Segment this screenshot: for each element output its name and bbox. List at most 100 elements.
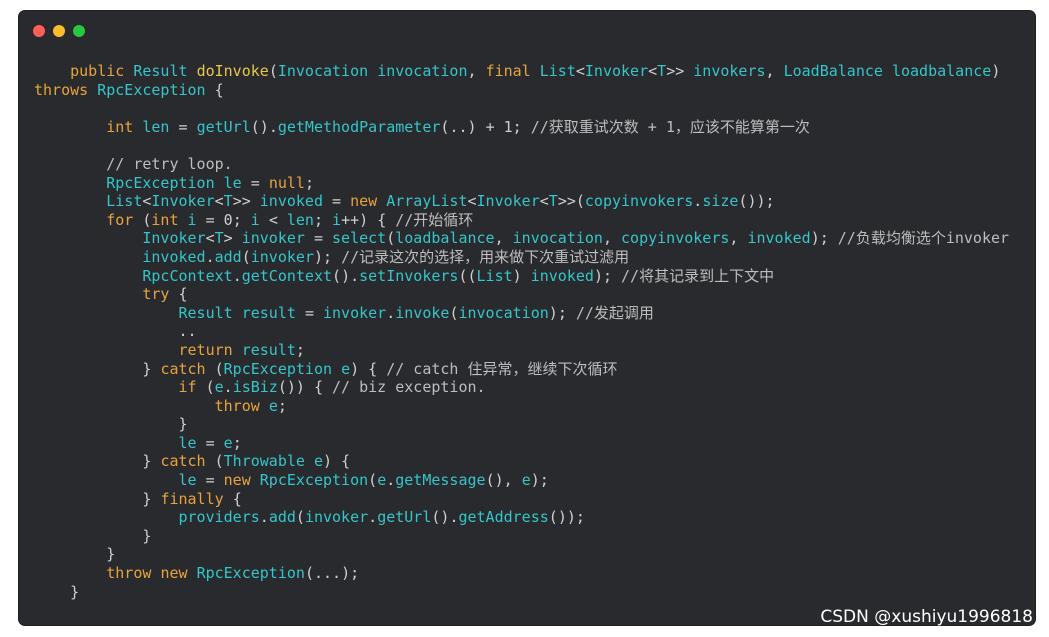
code-identifier: invokers	[693, 62, 766, 80]
code-identifier: result	[241, 340, 296, 359]
code-type: RpcException	[223, 359, 333, 378]
code-line: ..	[34, 322, 1025, 341]
code-punct: }	[106, 545, 116, 564]
code-punct: .	[458, 117, 468, 136]
code-punct: )	[756, 192, 766, 211]
code-type: RpcException	[259, 471, 369, 490]
code-punct: (	[386, 229, 396, 248]
code-line: // retry loop.	[34, 155, 1025, 174]
code-punct	[612, 229, 621, 247]
code-punct	[242, 174, 251, 192]
code-punct: ;	[557, 303, 567, 322]
code-punct	[197, 378, 206, 396]
code-line: }	[34, 583, 1025, 602]
code-punct	[386, 211, 395, 229]
code-keyword: public	[70, 62, 125, 80]
code-punct: ,	[494, 229, 504, 248]
code-punct: )	[295, 378, 305, 397]
code-punct: )	[747, 192, 757, 211]
code-punct: )	[593, 266, 603, 285]
code-punct: (	[467, 266, 477, 285]
code-punct	[341, 192, 350, 210]
code-line: throw new RpcException(...);	[34, 564, 1025, 583]
code-line: le = new RpcException(e.getMessage(), e)…	[34, 471, 1025, 490]
code-identifier: setInvokers	[359, 266, 459, 285]
code-line: int len = getUrl().getMethodParameter(..…	[34, 118, 1025, 137]
minimize-dot-icon[interactable]	[53, 25, 65, 37]
close-dot-icon[interactable]	[33, 25, 45, 37]
code-keyword: catch	[160, 452, 206, 471]
code-punct	[242, 211, 251, 229]
code-identifier: i	[187, 210, 197, 229]
code-punct: >	[557, 192, 567, 211]
code-punct	[34, 378, 179, 396]
code-identifier: le	[178, 433, 197, 452]
code-line: RpcContext.getContext().setInvokers((Lis…	[34, 267, 1025, 286]
code-identifier: getMessage	[395, 471, 486, 490]
code-identifier: e	[377, 471, 387, 490]
code-punct: >	[241, 192, 251, 211]
code-block: public Result doInvoke(Invocation invoca…	[34, 62, 1025, 601]
code-line: public Result doInvoke(Invocation invoca…	[34, 62, 1025, 81]
code-punct	[684, 62, 693, 80]
code-punct	[34, 62, 70, 80]
code-identifier: invocation	[458, 303, 549, 322]
code-keyword: int	[106, 117, 134, 136]
code-punct: )	[341, 266, 351, 285]
code-line: throws RpcException {	[34, 81, 1025, 100]
code-identifier: invocation	[377, 62, 468, 80]
code-line: le = e;	[34, 434, 1025, 453]
code-punct	[34, 304, 179, 322]
code-punct	[278, 211, 287, 229]
code-punct: ;	[313, 210, 323, 229]
code-punct: ;	[765, 192, 775, 211]
code-keyword: new	[223, 471, 251, 490]
code-punct	[88, 81, 97, 99]
code-punct: .	[232, 266, 242, 285]
code-punct: )	[991, 62, 1001, 80]
code-punct	[34, 192, 106, 210]
code-punct: )	[467, 117, 477, 136]
code-punct	[233, 341, 242, 359]
code-punct	[368, 211, 377, 229]
code-punct: )	[286, 378, 296, 397]
code-punct: ;	[539, 471, 549, 490]
maximize-dot-icon[interactable]	[73, 25, 85, 37]
code-screenshot-window: public Result doInvoke(Invocation invoca…	[19, 11, 1035, 625]
code-punct	[251, 192, 260, 210]
code-identifier: invoked	[142, 247, 206, 266]
code-punct: <	[539, 192, 549, 211]
code-punct	[34, 564, 106, 582]
code-punct: ;	[602, 266, 612, 285]
code-identifier: getContext	[241, 266, 333, 285]
code-type: Result	[178, 303, 233, 322]
code-identifier: i	[332, 210, 342, 229]
code-identifier: invoked	[530, 266, 594, 285]
code-punct: .	[223, 378, 233, 397]
code-punct	[305, 229, 314, 247]
code-punct	[34, 490, 142, 508]
code-punct: (	[277, 378, 287, 397]
code-punct: ,	[765, 62, 775, 80]
code-type: Invoker	[142, 229, 206, 248]
code-keyword: for	[106, 210, 134, 229]
code-punct: ;	[295, 340, 305, 359]
code-punct: <	[575, 62, 585, 80]
code-punct: +	[350, 210, 360, 229]
code-punct: >	[223, 229, 233, 248]
code-punct: )	[313, 247, 323, 266]
code-punct	[206, 360, 215, 378]
code-type: RpcException	[106, 173, 215, 192]
code-punct: {	[313, 378, 323, 397]
code-punct	[332, 452, 341, 470]
code-identifier: e	[223, 433, 233, 452]
code-punct: )	[350, 359, 360, 378]
code-punct: (	[304, 564, 314, 583]
code-number: 1	[503, 117, 513, 136]
code-comment: //负载均衡选个invoker	[837, 229, 1010, 248]
code-punct: (	[268, 62, 278, 80]
code-punct	[34, 229, 142, 247]
code-punct: (	[332, 266, 342, 285]
code-punct	[34, 322, 179, 340]
